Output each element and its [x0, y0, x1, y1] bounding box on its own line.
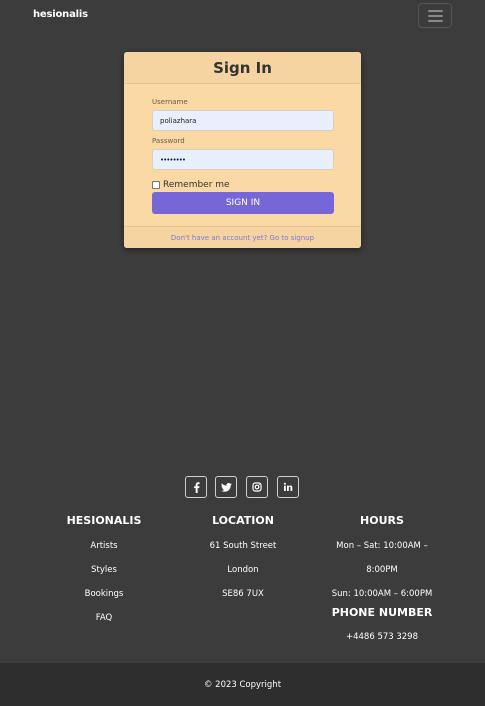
navbar-toggle-button[interactable]	[418, 3, 452, 28]
username-input[interactable]	[152, 110, 334, 131]
linkedin-button[interactable]	[277, 476, 299, 498]
footer-brand-title: HESIONALIS	[66, 514, 142, 527]
copyright-bar: © 2023 Copyright	[0, 663, 485, 706]
footer-hours-sunday: Sun: 10:00AM – 6:00PM	[331, 589, 433, 599]
footer-link-faq[interactable]: FAQ	[54, 613, 154, 623]
signin-form: Username Password Remember me SIGN IN	[124, 84, 361, 224]
footer-address-city: London	[227, 565, 259, 575]
instagram-icon	[252, 482, 262, 492]
footer-link-bookings[interactable]: Bookings	[54, 589, 154, 599]
footer-link-styles[interactable]: Styles	[54, 565, 154, 575]
signin-card-footer: Don't have an account yet? Go to signup	[124, 226, 361, 248]
footer-address-street: 61 South Street	[209, 541, 277, 551]
password-input[interactable]	[152, 149, 334, 170]
navbar: hesionalis	[0, 0, 485, 30]
signin-button[interactable]: SIGN IN	[152, 192, 334, 214]
social-links	[0, 476, 485, 498]
footer-hours-column: HOURS Mon – Sat: 10:00AM – 8:00PM Sun: 1…	[322, 514, 442, 654]
linkedin-icon	[283, 482, 293, 491]
signin-card-header: Sign In	[124, 52, 361, 84]
twitter-icon	[220, 482, 232, 492]
footer-address-postcode: SE86 7UX	[222, 589, 264, 599]
instagram-button[interactable]	[246, 476, 268, 498]
signup-link[interactable]: Don't have an account yet? Go to signup	[171, 234, 314, 242]
brand-logo[interactable]: hesionalis	[33, 9, 88, 20]
footer-hours-weekday-close: 8:00PM	[366, 565, 398, 575]
signin-card: Sign In Username Password Remember me SI…	[124, 52, 361, 248]
footer-hours-title: HOURS	[360, 514, 404, 527]
footer-link-artists[interactable]: Artists	[54, 541, 154, 551]
footer-location-title: LOCATION	[212, 514, 274, 527]
hamburger-menu-icon	[427, 9, 443, 12]
remember-me-checkbox[interactable]	[152, 181, 160, 189]
password-label: Password	[152, 137, 185, 145]
username-label: Username	[152, 98, 188, 106]
footer-hours-weekday: Mon – Sat: 10:00AM –	[336, 541, 428, 551]
footer-phone-number: +4486 573 3298	[345, 632, 418, 642]
footer-phone-title: PHONE NUMBER	[331, 606, 433, 619]
facebook-button[interactable]	[185, 476, 207, 498]
copyright-text: © 2023 Copyright	[203, 679, 282, 690]
remember-me-row: Remember me	[152, 180, 230, 190]
remember-me-label[interactable]: Remember me	[163, 180, 230, 190]
signin-title: Sign In	[213, 58, 272, 77]
hamburger-menu-icon-bar	[427, 14, 443, 17]
hamburger-menu-icon-bar	[427, 19, 443, 22]
footer-location-column: LOCATION 61 South Street London SE86 7UX	[187, 514, 299, 614]
footer-brand-column: HESIONALIS Artists Styles Bookings FAQ	[54, 514, 154, 634]
twitter-button[interactable]	[215, 476, 237, 498]
facebook-icon	[193, 481, 200, 493]
